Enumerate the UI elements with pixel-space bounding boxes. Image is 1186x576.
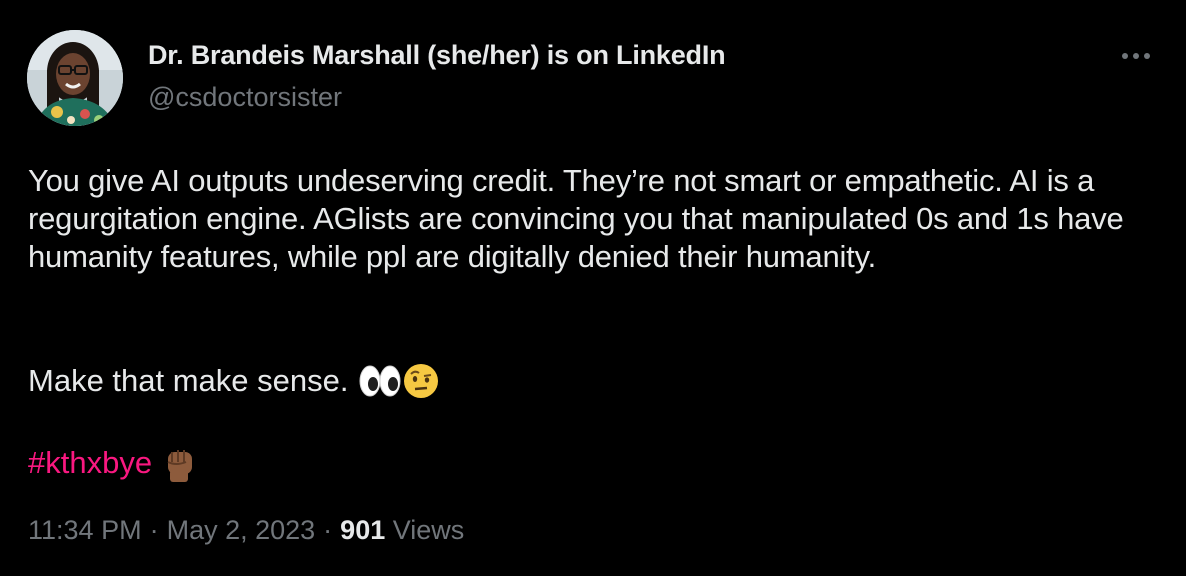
- tweet-meta: 11:34 PM · May 2, 2023 · 901 Views: [28, 515, 464, 546]
- tweet-date[interactable]: May 2, 2023: [167, 515, 316, 545]
- hashtag-link[interactable]: #kthxbye: [28, 444, 152, 482]
- tweet-card: Dr. Brandeis Marshall (she/her) is on Li…: [0, 0, 1186, 576]
- author-display-name[interactable]: Dr. Brandeis Marshall (she/her) is on Li…: [148, 40, 726, 71]
- more-options-button[interactable]: [1118, 42, 1154, 70]
- meta-separator: ·: [149, 515, 159, 545]
- views-count[interactable]: 901: [340, 515, 385, 545]
- tweet-paragraph-2: Make that make sense.: [28, 363, 349, 398]
- tweet-time[interactable]: 11:34 PM: [28, 515, 142, 545]
- tweet-paragraph-2-row: Make that make sense.: [28, 362, 439, 400]
- meta-separator: ·: [323, 515, 333, 545]
- emoji-group: [359, 363, 439, 399]
- tweet-text: You give AI outputs undeserving credit. …: [28, 162, 1168, 276]
- views-label: Views: [392, 515, 465, 545]
- more-horizontal-icon: [1122, 53, 1150, 59]
- author-avatar[interactable]: [27, 30, 123, 126]
- hashtag-row: #kthxbye: [28, 444, 198, 482]
- author-handle[interactable]: @csdoctorsister: [148, 82, 342, 113]
- eyes-emoji-icon: [359, 365, 400, 397]
- user-avatar-photo-icon: [27, 30, 123, 126]
- raised-fist-emoji-wrap: [162, 444, 198, 482]
- tweet-paragraph-1: You give AI outputs undeserving credit. …: [28, 163, 1124, 274]
- face-with-raised-eyebrow-emoji-icon: [403, 364, 438, 398]
- raised-fist-emoji-icon: [167, 450, 193, 482]
